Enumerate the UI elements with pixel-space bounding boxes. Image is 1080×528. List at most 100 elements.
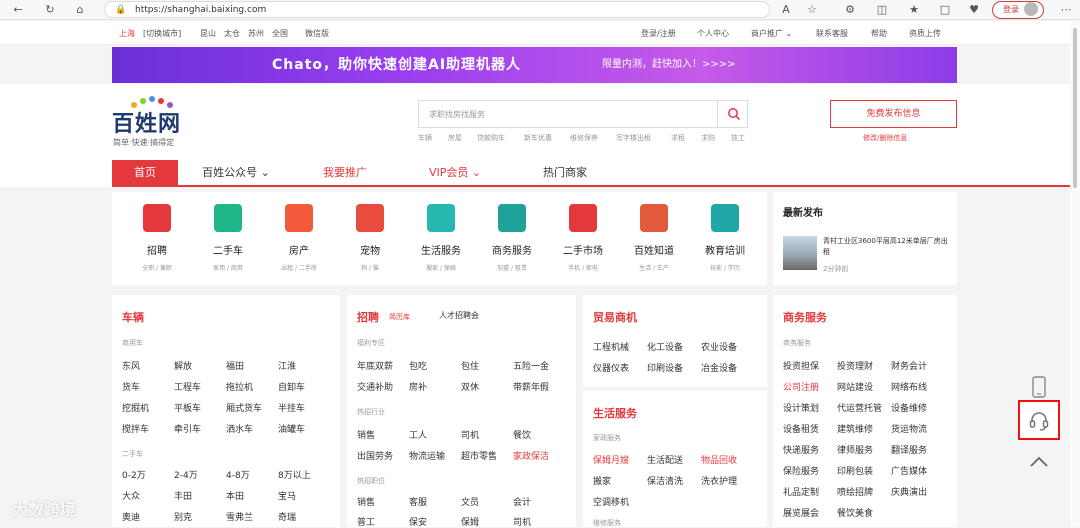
more-menu-icon[interactable]: ⋯ <box>1058 2 1074 18</box>
vehicle-link[interactable]: 搅拌车 <box>122 422 149 435</box>
trade-link[interactable]: 冶金设备 <box>701 361 737 374</box>
vehicle-link[interactable]: 大众 <box>122 489 140 502</box>
job-link[interactable]: 出国劳务 <box>357 449 393 462</box>
job-link[interactable]: 房补 <box>409 380 427 393</box>
category-baixing-knows[interactable]: 百姓知道 生活 / 车产 <box>619 204 689 284</box>
job-link[interactable]: 交通补助 <box>357 380 393 393</box>
job-link[interactable]: 保姆 <box>461 515 479 528</box>
trade-link[interactable]: 印刷设备 <box>647 361 683 374</box>
extensions-icon[interactable]: ⚙ <box>842 2 858 18</box>
search-input[interactable]: 求职找房找服务 <box>429 101 485 128</box>
business-link[interactable]: 投资担保 <box>783 359 819 372</box>
vehicle-link[interactable]: 拖拉机 <box>226 380 253 393</box>
business-link[interactable]: 庆典演出 <box>891 485 927 498</box>
collections-icon[interactable]: □ <box>937 2 953 18</box>
vehicle-link[interactable]: 工程车 <box>174 380 201 393</box>
help-link[interactable]: 帮助 <box>871 29 887 39</box>
nearby-city-all[interactable]: 全国 <box>272 29 288 39</box>
job-link[interactable]: 工人 <box>409 428 427 441</box>
merchant-promo-menu[interactable]: 商户推广 ⌄ <box>751 29 792 39</box>
latest-post-link[interactable]: 青村工业区3600平层高12米单层厂房出租 <box>823 236 953 258</box>
address-bar[interactable]: 🔒 https://shanghai.baixing.com <box>104 1 770 18</box>
hot-keyword[interactable]: 求购 <box>701 133 715 143</box>
wechat-version-link[interactable]: 微信版 <box>305 29 329 39</box>
life-link[interactable]: 物品回收 <box>701 453 737 466</box>
vehicle-link[interactable]: 8万以上 <box>278 468 311 481</box>
login-register-link[interactable]: 登录/注册 <box>641 29 676 39</box>
job-link[interactable]: 双休 <box>461 380 479 393</box>
business-link[interactable]: 财务会计 <box>891 359 927 372</box>
job-link[interactable]: 超市零售 <box>461 449 497 462</box>
home-icon[interactable]: ⌂ <box>72 2 88 18</box>
trade-link[interactable]: 工程机械 <box>593 340 629 353</box>
vehicle-link[interactable]: 洒水车 <box>226 422 253 435</box>
job-link[interactable]: 会计 <box>513 495 531 508</box>
job-link[interactable]: 司机 <box>513 515 531 528</box>
job-link[interactable]: 年底双薪 <box>357 359 393 372</box>
business-link[interactable]: 建筑维修 <box>837 422 873 435</box>
business-link[interactable]: 投资理财 <box>837 359 873 372</box>
edit-post-link[interactable]: 修改/删除信息 <box>863 133 907 143</box>
vehicle-link[interactable]: 牵引车 <box>174 422 201 435</box>
business-link[interactable]: 网站建设 <box>837 380 873 393</box>
vehicle-link[interactable]: 别克 <box>174 510 192 523</box>
job-link[interactable]: 保安 <box>409 515 427 528</box>
nav-official-account[interactable]: 百姓公众号 ⌄ <box>196 160 276 185</box>
business-link[interactable]: 展览展会 <box>783 506 819 519</box>
phone-icon[interactable] <box>1029 376 1049 398</box>
business-link[interactable]: 保险服务 <box>783 464 819 477</box>
business-link[interactable]: 快递服务 <box>783 443 819 456</box>
vehicle-link[interactable]: 解放 <box>174 359 192 372</box>
vehicles-title[interactable]: 车辆 <box>122 309 144 325</box>
business-link[interactable]: 广告媒体 <box>891 464 927 477</box>
business-link[interactable]: 餐饮美食 <box>837 506 873 519</box>
customer-service-highlight[interactable] <box>1018 400 1060 440</box>
category-pets[interactable]: 宠物狗 / 猫 <box>335 204 405 284</box>
job-link[interactable]: 带薪年假 <box>513 380 549 393</box>
life-link[interactable]: 搬家 <box>593 474 611 487</box>
job-link[interactable]: 包住 <box>461 359 479 372</box>
vehicle-link[interactable]: 东风 <box>122 359 140 372</box>
business-link[interactable]: 翻译服务 <box>891 443 927 456</box>
scrollbar-thumb[interactable] <box>1073 28 1077 188</box>
category-second-hand[interactable]: 二手市场 手机 / 家电 <box>548 204 618 284</box>
hot-keyword[interactable]: 车辆 <box>418 133 432 143</box>
business-link[interactable]: 律师服务 <box>837 443 873 456</box>
user-center-link[interactable]: 个人中心 <box>697 29 729 39</box>
category-used-cars[interactable]: 二手车 家用 / 商用 <box>193 204 263 284</box>
job-link[interactable]: 销售 <box>357 428 375 441</box>
job-link[interactable]: 文员 <box>461 495 479 508</box>
category-life-services[interactable]: 生活服务 搬家 / 保姆 <box>406 204 476 284</box>
job-link[interactable]: 家政保洁 <box>513 449 549 462</box>
life-link[interactable]: 保姆月嫂 <box>593 453 629 466</box>
business-link[interactable]: 代运营托管 <box>837 401 882 414</box>
site-logo[interactable]: 百姓网 <box>112 106 181 138</box>
vehicle-link[interactable]: 0-2万 <box>122 468 146 481</box>
vehicle-link[interactable]: 本田 <box>226 489 244 502</box>
vehicle-link[interactable]: 挖掘机 <box>122 401 149 414</box>
free-post-button[interactable]: 免费发布信息 <box>830 100 957 128</box>
vehicle-link[interactable]: 自卸车 <box>278 380 305 393</box>
business-link[interactable]: 喷绘招牌 <box>837 485 873 498</box>
hot-keyword[interactable]: 房屋 <box>448 133 462 143</box>
job-link[interactable]: 餐饮 <box>513 428 531 441</box>
resume-tag[interactable]: 简历库 <box>389 312 410 322</box>
trade-link[interactable]: 化工设备 <box>647 340 683 353</box>
job-link[interactable]: 司机 <box>461 428 479 441</box>
refresh-icon[interactable]: ↻ <box>42 2 58 18</box>
business-link[interactable]: 网络布线 <box>891 380 927 393</box>
hot-keyword[interactable]: 求租 <box>671 133 685 143</box>
vehicle-link[interactable]: 2-4万 <box>174 468 198 481</box>
back-icon[interactable]: ← <box>10 2 26 18</box>
category-jobs[interactable]: 招聘 全职 / 兼职 <box>122 204 192 284</box>
nav-home[interactable]: 首页 <box>112 160 178 185</box>
life-link[interactable]: 空调移机 <box>593 495 629 508</box>
business-link[interactable]: 礼品定制 <box>783 485 819 498</box>
split-screen-icon[interactable]: ◫ <box>874 2 890 18</box>
read-aloud-icon[interactable]: A <box>778 2 794 18</box>
job-fair-link[interactable]: 人才招聘会 <box>439 310 479 321</box>
business-link[interactable]: 印刷包装 <box>837 464 873 477</box>
vehicle-link[interactable]: 厢式货车 <box>226 401 262 414</box>
hot-keyword[interactable]: 维修保养 <box>570 133 598 143</box>
business-title[interactable]: 商务服务 <box>783 309 827 325</box>
